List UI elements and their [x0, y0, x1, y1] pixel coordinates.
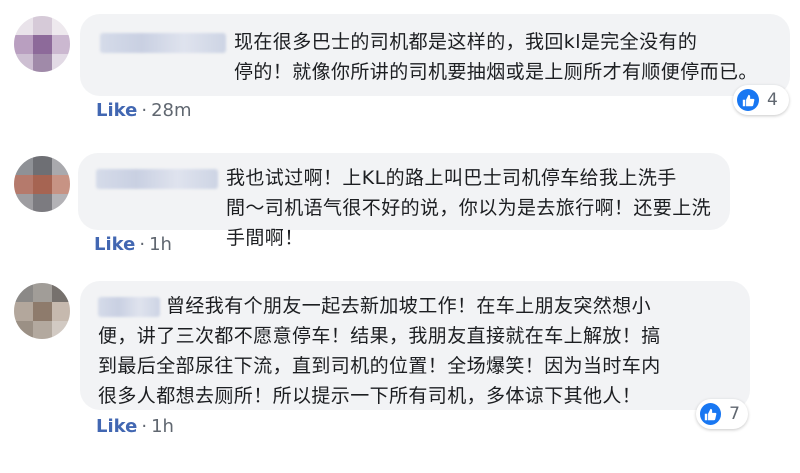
thumbs-up-icon [737, 89, 759, 111]
separator-dot: · [141, 416, 148, 437]
comment-text: 我也试过啊！上KL的路上叫巴士司机停车给我上洗手 間～司机语气很不好的说，你以为… [226, 167, 712, 249]
avatar[interactable] [14, 283, 70, 339]
reaction-count-value: 7 [729, 404, 740, 424]
reaction-count[interactable]: 7 [696, 399, 748, 429]
avatar[interactable] [14, 156, 70, 212]
thumbs-up-icon [700, 403, 722, 425]
comment-actions: Like · 1h [94, 234, 172, 256]
comment-text: 曾经我有个朋友一起去新加坡工作！在车上朋友突然想小 便，讲了三次都不愿意停车！结… [98, 295, 661, 407]
separator-dot: · [141, 100, 148, 121]
timestamp[interactable]: 28m [151, 100, 191, 121]
commenter-name[interactable] [100, 33, 226, 53]
like-button[interactable]: Like [94, 234, 135, 255]
comment-actions: Like · 1h [96, 416, 174, 438]
like-button[interactable]: Like [96, 100, 137, 121]
avatar[interactable] [14, 16, 70, 72]
reaction-count[interactable]: 4 [733, 85, 789, 115]
timestamp[interactable]: 1h [149, 234, 172, 255]
comment-actions: Like · 28m [96, 100, 192, 122]
comment-text: 现在很多巴士的司机都是这样的，我回kl是完全没有的 停的！就像你所讲的司机要抽烟… [234, 31, 758, 83]
separator-dot: · [139, 234, 146, 255]
reaction-count-value: 4 [767, 90, 778, 110]
commenter-name[interactable] [96, 169, 218, 189]
timestamp[interactable]: 1h [151, 416, 174, 437]
like-button[interactable]: Like [96, 416, 137, 437]
